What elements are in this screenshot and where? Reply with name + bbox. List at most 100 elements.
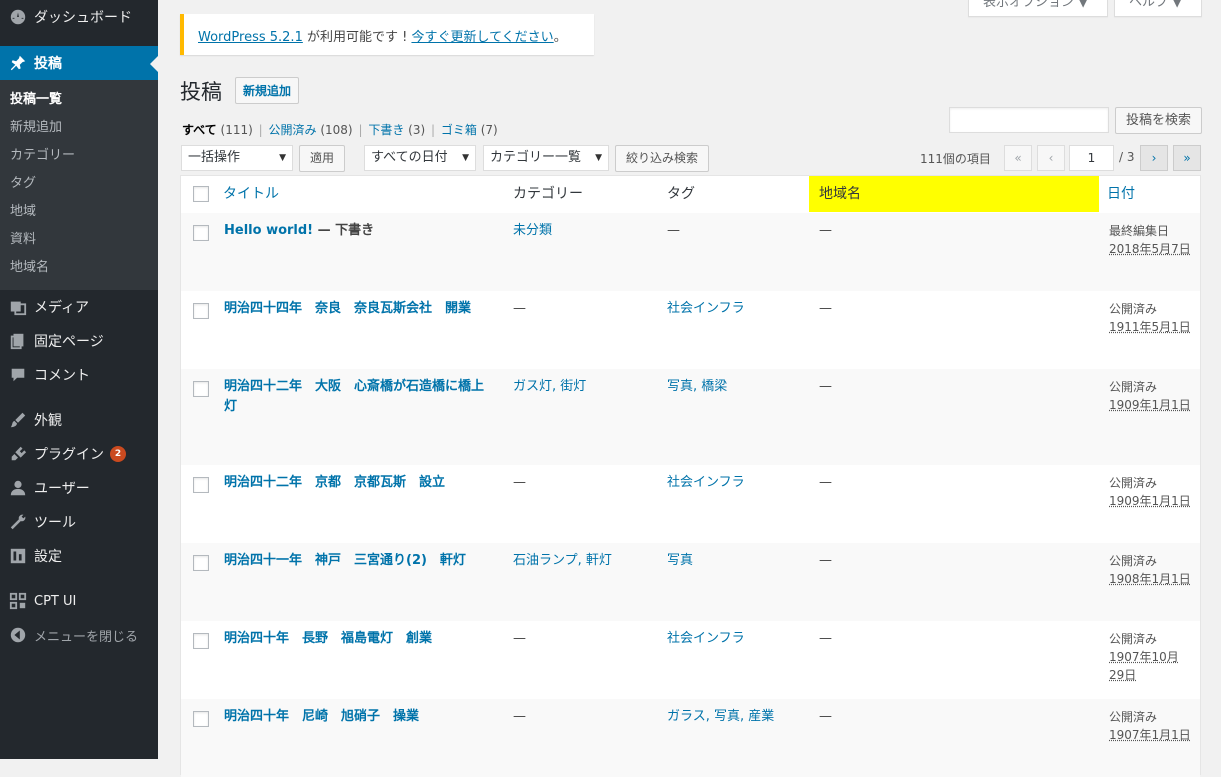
- column-tag: タグ: [667, 186, 695, 202]
- menu-cpt-ui[interactable]: CPT UI: [0, 584, 158, 618]
- screen-options-button[interactable]: 表示オプション ▼: [968, 0, 1108, 17]
- bulk-action-select[interactable]: 一括操作 ▼: [181, 145, 293, 171]
- post-status: 公開済み: [1109, 302, 1158, 316]
- media-icon: [8, 297, 28, 317]
- menu-users[interactable]: ユーザー: [0, 471, 158, 505]
- post-title[interactable]: Hello world! — 下書き: [224, 221, 489, 241]
- post-status: 公開済み: [1109, 476, 1158, 490]
- post-status: 公開済み: [1109, 710, 1158, 724]
- wordpress-version-link[interactable]: WordPress 5.2.1: [198, 30, 303, 45]
- post-title[interactable]: 明治四十二年 京都 京都瓦斯 設立: [224, 473, 489, 493]
- apply-button[interactable]: 適用: [299, 145, 346, 172]
- collapse-icon: [8, 625, 28, 645]
- plugin-icon: [8, 444, 28, 464]
- add-new-button[interactable]: 新規追加: [235, 77, 300, 104]
- menu-tools[interactable]: ツール: [0, 505, 158, 539]
- submenu-add-new[interactable]: 新規追加: [0, 114, 158, 142]
- menu-comments[interactable]: コメント: [0, 358, 158, 392]
- submenu-tags[interactable]: タグ: [0, 170, 158, 198]
- row-checkbox[interactable]: [193, 711, 209, 727]
- post-tags[interactable]: ガラス, 写真, 産業: [667, 707, 807, 727]
- post-title[interactable]: 明治四十二年 大阪 心斎橋が石造橋に橋上灯: [224, 377, 489, 417]
- view-published-count: (108): [320, 123, 353, 137]
- table-row: 明治四十四年 奈良 奈良瓦斯会社 開業 — 社会インフラ — 公開済み 1911年…: [181, 291, 1200, 369]
- date-filter-select[interactable]: すべての日付 ▼: [364, 145, 476, 171]
- bulk-action-value: 一括操作: [188, 150, 241, 165]
- post-date-value: 2018年5月7日: [1109, 242, 1191, 256]
- help-button[interactable]: ヘルプ ▼: [1114, 0, 1202, 17]
- post-date-value: 1908年1月1日: [1109, 572, 1191, 586]
- table-header: タイトル カテゴリー タグ 地域名 日付: [181, 176, 1200, 214]
- row-checkbox[interactable]: [193, 555, 209, 571]
- post-title[interactable]: 明治四十四年 奈良 奈良瓦斯会社 開業: [224, 299, 489, 319]
- menu-media[interactable]: メディア: [0, 290, 158, 324]
- post-categories[interactable]: 石油ランプ, 軒灯: [513, 551, 653, 571]
- row-checkbox[interactable]: [193, 381, 209, 397]
- post-categories[interactable]: 未分類: [513, 221, 653, 241]
- post-title-text[interactable]: Hello world!: [224, 223, 313, 238]
- date-filter-value: すべての日付: [371, 150, 448, 165]
- row-checkbox[interactable]: [193, 633, 209, 649]
- post-tags[interactable]: 写真, 橋梁: [667, 377, 807, 397]
- search-input[interactable]: [949, 107, 1109, 133]
- filter-button[interactable]: 絞り込み検索: [615, 145, 710, 172]
- menu-label: 投稿: [34, 56, 62, 72]
- post-state: — 下書き: [313, 223, 375, 238]
- post-date-value: 1907年1月1日: [1109, 728, 1191, 742]
- view-trash[interactable]: ゴミ箱: [441, 123, 477, 137]
- column-title[interactable]: タイトル: [223, 176, 279, 212]
- post-region: —: [819, 301, 832, 316]
- menu-settings[interactable]: 設定: [0, 539, 158, 573]
- post-status-views: すべて (111) | 公開済み (108) | 下書き (3) | ゴミ箱 (…: [182, 123, 498, 137]
- update-notice: WordPress 5.2.1 が利用可能です ! 今すぐ更新してください。: [180, 14, 594, 55]
- menu-dashboard[interactable]: ダッシュボード: [0, 0, 158, 34]
- post-tags[interactable]: 社会インフラ: [667, 629, 807, 649]
- pin-icon: [8, 53, 28, 73]
- table-row: 明治四十一年 神戸 三宮通り(2) 軒灯 石油ランプ, 軒灯 写真 — 公開済み…: [181, 543, 1200, 621]
- submenu-categories[interactable]: カテゴリー: [0, 142, 158, 170]
- post-title[interactable]: 明治四十一年 神戸 三宮通り(2) 軒灯: [224, 551, 489, 571]
- submenu-area[interactable]: 地域: [0, 198, 158, 226]
- submenu-all-posts[interactable]: 投稿一覧: [0, 86, 158, 114]
- post-tags[interactable]: 社会インフラ: [667, 299, 807, 319]
- menu-appearance[interactable]: 外観: [0, 403, 158, 437]
- view-all[interactable]: すべて: [182, 123, 217, 137]
- collapse-menu-button[interactable]: メニューを閉じる: [0, 618, 158, 652]
- view-trash-count: (7): [480, 123, 498, 137]
- menu-label: メディア: [34, 300, 90, 316]
- posts-table: タイトル カテゴリー タグ 地域名 日付 Hello world! — 下書き …: [180, 175, 1201, 777]
- post-date-value: 1909年1月1日: [1109, 494, 1191, 508]
- post-region: —: [819, 475, 832, 490]
- update-now-link[interactable]: 今すぐ更新してください: [411, 30, 553, 45]
- row-checkbox[interactable]: [193, 225, 209, 241]
- menu-plugins[interactable]: プラグイン 2: [0, 437, 158, 471]
- select-all-checkbox[interactable]: [193, 186, 209, 202]
- post-title[interactable]: 明治四十年 尼崎 旭硝子 操業: [224, 707, 489, 727]
- submenu-materials[interactable]: 資料: [0, 226, 158, 254]
- post-tags[interactable]: 写真: [667, 551, 807, 571]
- post-categories: —: [513, 709, 526, 724]
- menu-pages[interactable]: 固定ページ: [0, 324, 158, 358]
- category-filter-select[interactable]: カテゴリー一覧 ▼: [483, 145, 609, 171]
- current-page-input[interactable]: 1: [1069, 145, 1114, 171]
- post-categories[interactable]: ガス灯, 街灯: [513, 377, 653, 397]
- menu-label: ツール: [34, 515, 76, 531]
- view-draft-count: (3): [408, 123, 426, 137]
- search-posts-button[interactable]: 投稿を検索: [1115, 107, 1203, 134]
- post-categories: —: [513, 301, 526, 316]
- column-date[interactable]: 日付: [1107, 176, 1135, 212]
- row-checkbox[interactable]: [193, 477, 209, 493]
- submenu-region-name[interactable]: 地域名: [0, 254, 158, 282]
- view-published[interactable]: 公開済み: [269, 123, 317, 137]
- post-tags[interactable]: 社会インフラ: [667, 473, 807, 493]
- table-row: 明治四十年 長野 福島電灯 創業 — 社会インフラ — 公開済み 1907年10月…: [181, 621, 1200, 699]
- view-draft[interactable]: 下書き: [368, 123, 404, 137]
- row-checkbox[interactable]: [193, 303, 209, 319]
- post-date: 最終編集日 2018年5月7日: [1109, 222, 1194, 258]
- post-title[interactable]: 明治四十年 長野 福島電灯 創業: [224, 629, 489, 649]
- last-page-button[interactable]: »: [1173, 145, 1201, 171]
- menu-posts[interactable]: 投稿: [0, 46, 158, 80]
- notice-text: が利用可能です !: [302, 30, 412, 45]
- next-page-button[interactable]: ›: [1140, 145, 1168, 171]
- page-title: 投稿: [180, 80, 222, 104]
